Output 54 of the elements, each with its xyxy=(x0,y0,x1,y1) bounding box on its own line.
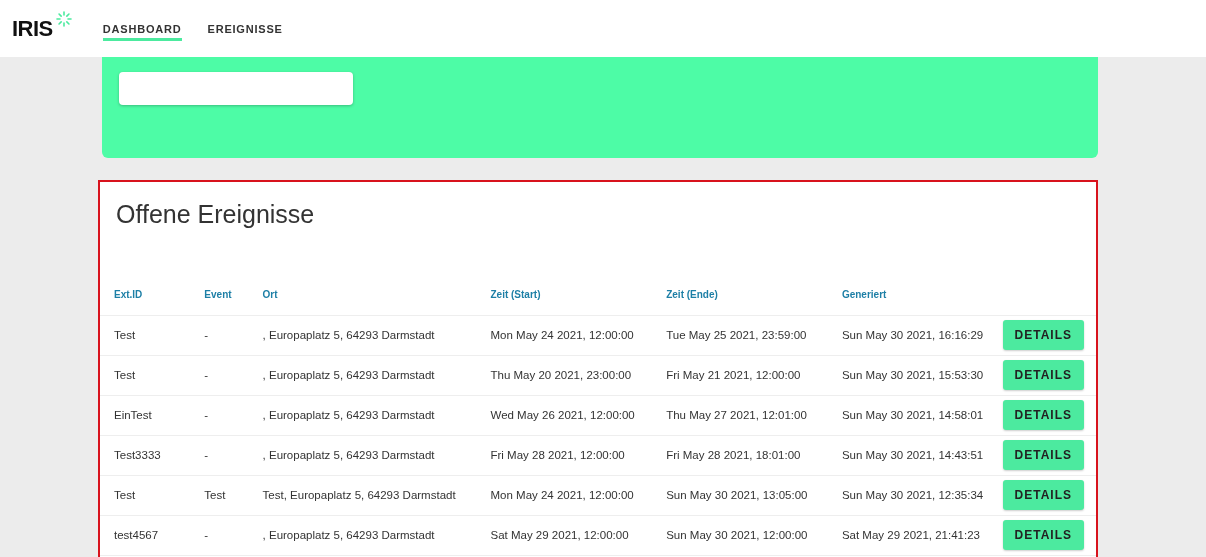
table-cell: Sun May 30 2021, 16:16:29 xyxy=(827,315,994,355)
table-cell: Fri May 28 2021, 12:00:00 xyxy=(476,435,653,475)
input-field[interactable] xyxy=(119,72,353,105)
table-cell: Sun May 30 2021, 13:05:00 xyxy=(652,475,828,515)
column-header: Ort xyxy=(248,275,477,315)
column-header: Zeit (Ende) xyxy=(652,275,828,315)
table-cell: Test xyxy=(100,475,191,515)
table-cell: - xyxy=(190,315,249,355)
table-cell: Sun May 30 2021, 15:53:30 xyxy=(827,355,994,395)
table-cell: Mon May 24 2021, 12:00:00 xyxy=(476,475,653,515)
table-cell: Thu May 27 2021, 12:01:00 xyxy=(652,395,828,435)
details-button[interactable]: DETAILS xyxy=(1002,320,1084,350)
table-cell: - xyxy=(190,355,249,395)
card-title: Offene Ereignisse xyxy=(115,199,316,230)
table-cell: Test3333 xyxy=(100,435,191,475)
table-cell: Wed May 26 2021, 12:00:00 xyxy=(476,395,653,435)
logo-text: IRIS xyxy=(12,15,53,42)
table-cell: , Europaplatz 5, 64293 Darmstadt xyxy=(248,395,477,435)
table-cell: - xyxy=(190,395,249,435)
column-header: Generiert xyxy=(827,275,994,315)
table-cell: EinTest xyxy=(100,395,191,435)
table-cell: , Europaplatz 5, 64293 Darmstadt xyxy=(248,355,477,395)
column-header: Zeit (Start) xyxy=(476,275,653,315)
table-cell: Sat May 29 2021, 21:41:23 xyxy=(827,515,994,555)
table-cell: Sat May 29 2021, 12:00:00 xyxy=(476,515,653,555)
table-cell: Mon May 24 2021, 12:00:00 xyxy=(476,315,653,355)
column-header: Ext.ID xyxy=(100,275,191,315)
column-header: Event xyxy=(190,275,249,315)
table-cell: Test xyxy=(190,475,249,515)
table-cell: - xyxy=(190,435,249,475)
table-cell: test4567 xyxy=(100,515,191,555)
table-cell: Tue May 25 2021, 23:59:00 xyxy=(652,315,828,355)
details-button[interactable]: DETAILS xyxy=(1002,440,1084,470)
table-cell: Sun May 30 2021, 14:58:01 xyxy=(827,395,994,435)
table-cell: , Europaplatz 5, 64293 Darmstadt xyxy=(248,515,477,555)
table-cell: Thu May 20 2021, 23:00:00 xyxy=(476,355,653,395)
table-cell: - xyxy=(190,515,249,555)
table-cell: Test xyxy=(100,355,191,395)
nav-tab[interactable]: EREIGNISSE xyxy=(207,16,283,41)
sparkle-icon xyxy=(54,10,73,28)
details-button[interactable]: DETAILS xyxy=(1002,480,1084,510)
table-cell: Fri May 21 2021, 12:00:00 xyxy=(652,355,828,395)
table-cell: , Europaplatz 5, 64293 Darmstadt xyxy=(248,435,477,475)
table-cell: , Europaplatz 5, 64293 Darmstadt xyxy=(248,315,477,355)
table-cell: Sun May 30 2021, 12:35:34 xyxy=(827,475,994,515)
table-cell: Test xyxy=(100,315,191,355)
table-cell: Test, Europaplatz 5, 64293 Darmstadt xyxy=(248,475,477,515)
table-cell: Sun May 30 2021, 14:43:51 xyxy=(827,435,994,475)
details-button[interactable]: DETAILS xyxy=(1002,520,1084,550)
nav-tab[interactable]: DASHBOARD xyxy=(102,16,182,41)
table-cell: Sun May 30 2021, 12:00:00 xyxy=(652,515,828,555)
table-cell: Fri May 28 2021, 18:01:00 xyxy=(652,435,828,475)
details-button[interactable]: DETAILS xyxy=(1002,360,1084,390)
details-button[interactable]: DETAILS xyxy=(1002,400,1084,430)
